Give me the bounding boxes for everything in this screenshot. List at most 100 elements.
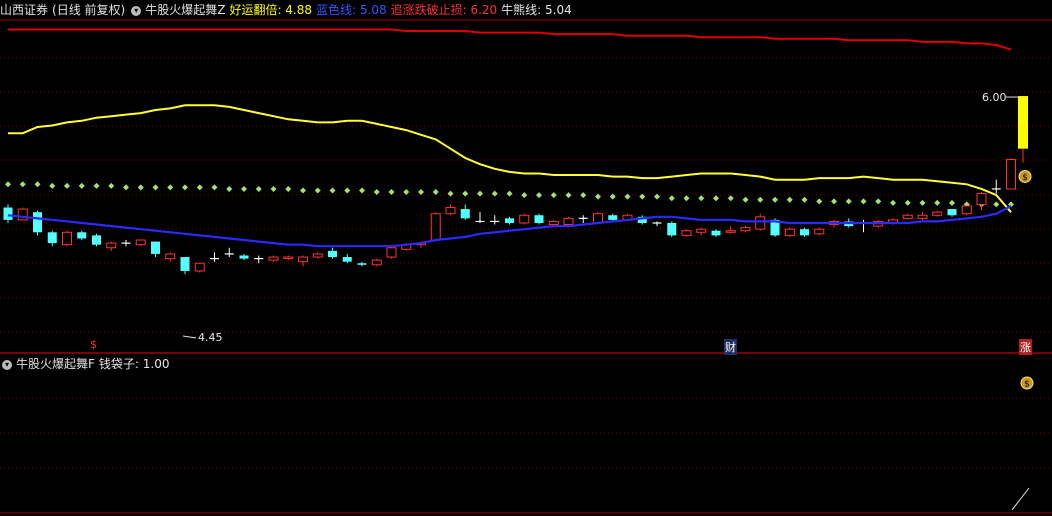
trend-dot [904, 199, 911, 206]
trend-dot [624, 193, 631, 200]
candle-body [135, 239, 146, 246]
candle-body [445, 207, 456, 215]
trend-dot [654, 193, 660, 200]
trend-dot [668, 195, 675, 202]
candle-body [563, 217, 574, 226]
trend-dot [772, 196, 778, 203]
candle-body [932, 211, 943, 216]
candle-body [800, 229, 809, 236]
candle-body [165, 253, 176, 260]
trend-dot [388, 189, 395, 196]
candle-body [62, 231, 72, 246]
candlestick-chart[interactable]: $$ [0, 0, 1052, 516]
trend-dot [890, 199, 896, 206]
red-line [8, 28, 1012, 51]
candle-body [283, 256, 294, 260]
candle-body [1006, 159, 1016, 190]
trend-dot [786, 196, 793, 203]
trend-dot [285, 185, 292, 192]
candle-body [755, 216, 766, 230]
trend-dot [49, 182, 56, 189]
trend-dot [816, 198, 823, 205]
trend-dot [536, 192, 542, 199]
dividend-marker[interactable]: $ [90, 338, 97, 351]
candle-body [386, 247, 397, 258]
candle-body [298, 256, 308, 263]
candle-body [33, 212, 42, 233]
trend-dot [108, 182, 115, 189]
candle-body [667, 222, 677, 236]
trend-dot [241, 185, 247, 192]
candle-body [696, 228, 707, 233]
trend-dot [34, 181, 41, 188]
candle-body [342, 257, 352, 262]
trend-dot [550, 192, 557, 199]
blue-line [7, 205, 1012, 248]
candle-body [947, 209, 957, 216]
candle-body [976, 193, 987, 205]
financial-marker[interactable]: 财 [724, 339, 737, 355]
candle-body [961, 205, 972, 215]
trend-dot [919, 199, 926, 206]
candle-body [608, 215, 618, 220]
trend-dot [580, 192, 587, 199]
trend-dot [152, 184, 159, 191]
candle-body [17, 208, 28, 221]
trend-dot [609, 193, 616, 200]
trend-dot [123, 184, 129, 191]
trend-dot [5, 181, 11, 188]
trend-dot [64, 182, 70, 189]
candle-body [784, 228, 795, 236]
candle-body [371, 259, 382, 266]
trend-dot [196, 184, 203, 191]
trend-dot [344, 187, 351, 194]
trend-dot [300, 187, 306, 194]
candle-body [725, 230, 736, 233]
candle-body [681, 230, 692, 236]
trend-dot [403, 189, 410, 196]
trend-dot [19, 181, 26, 188]
candle-body [180, 257, 190, 271]
candle-body [312, 253, 323, 258]
candle-body [534, 215, 544, 223]
trend-dot [270, 185, 277, 192]
trend-dot [565, 192, 572, 199]
trend-dot [447, 190, 454, 197]
candle-body [3, 207, 13, 220]
trend-dot [506, 190, 513, 197]
money-bag-icon-glyph: $ [1024, 380, 1030, 390]
trend-dot [934, 199, 941, 206]
trend-dot [432, 189, 439, 196]
trend-dot [182, 184, 188, 191]
rise-marker[interactable]: 涨 [1019, 339, 1032, 355]
trend-dot [742, 196, 749, 203]
candle-body [357, 263, 367, 265]
trend-dot [757, 196, 764, 203]
trend-dot [373, 189, 380, 196]
candle-body [519, 214, 530, 224]
trend-dot [860, 198, 867, 205]
candle-body [814, 228, 825, 235]
money-bag-icon-glyph: $ [1022, 173, 1028, 183]
trend-dot [314, 187, 321, 194]
candle-body [151, 241, 160, 254]
trend-dot [462, 190, 469, 197]
trend-dot [521, 192, 528, 199]
candle-body [430, 213, 441, 241]
trend-dot [698, 195, 705, 202]
trend-dot [477, 190, 483, 197]
candle-body [548, 220, 559, 226]
candle-body [917, 214, 928, 219]
trend-dot [167, 184, 174, 191]
trend-dot [949, 199, 955, 206]
trend-dot [683, 195, 690, 202]
candle-body [47, 232, 57, 244]
candle-body [328, 250, 337, 258]
trend-dot [418, 189, 424, 196]
candle-body [194, 262, 205, 272]
candle-body [77, 232, 87, 239]
candle-body [711, 230, 721, 236]
trend-dot [359, 187, 365, 194]
trend-dot [211, 184, 218, 191]
trend-dot [255, 185, 262, 192]
